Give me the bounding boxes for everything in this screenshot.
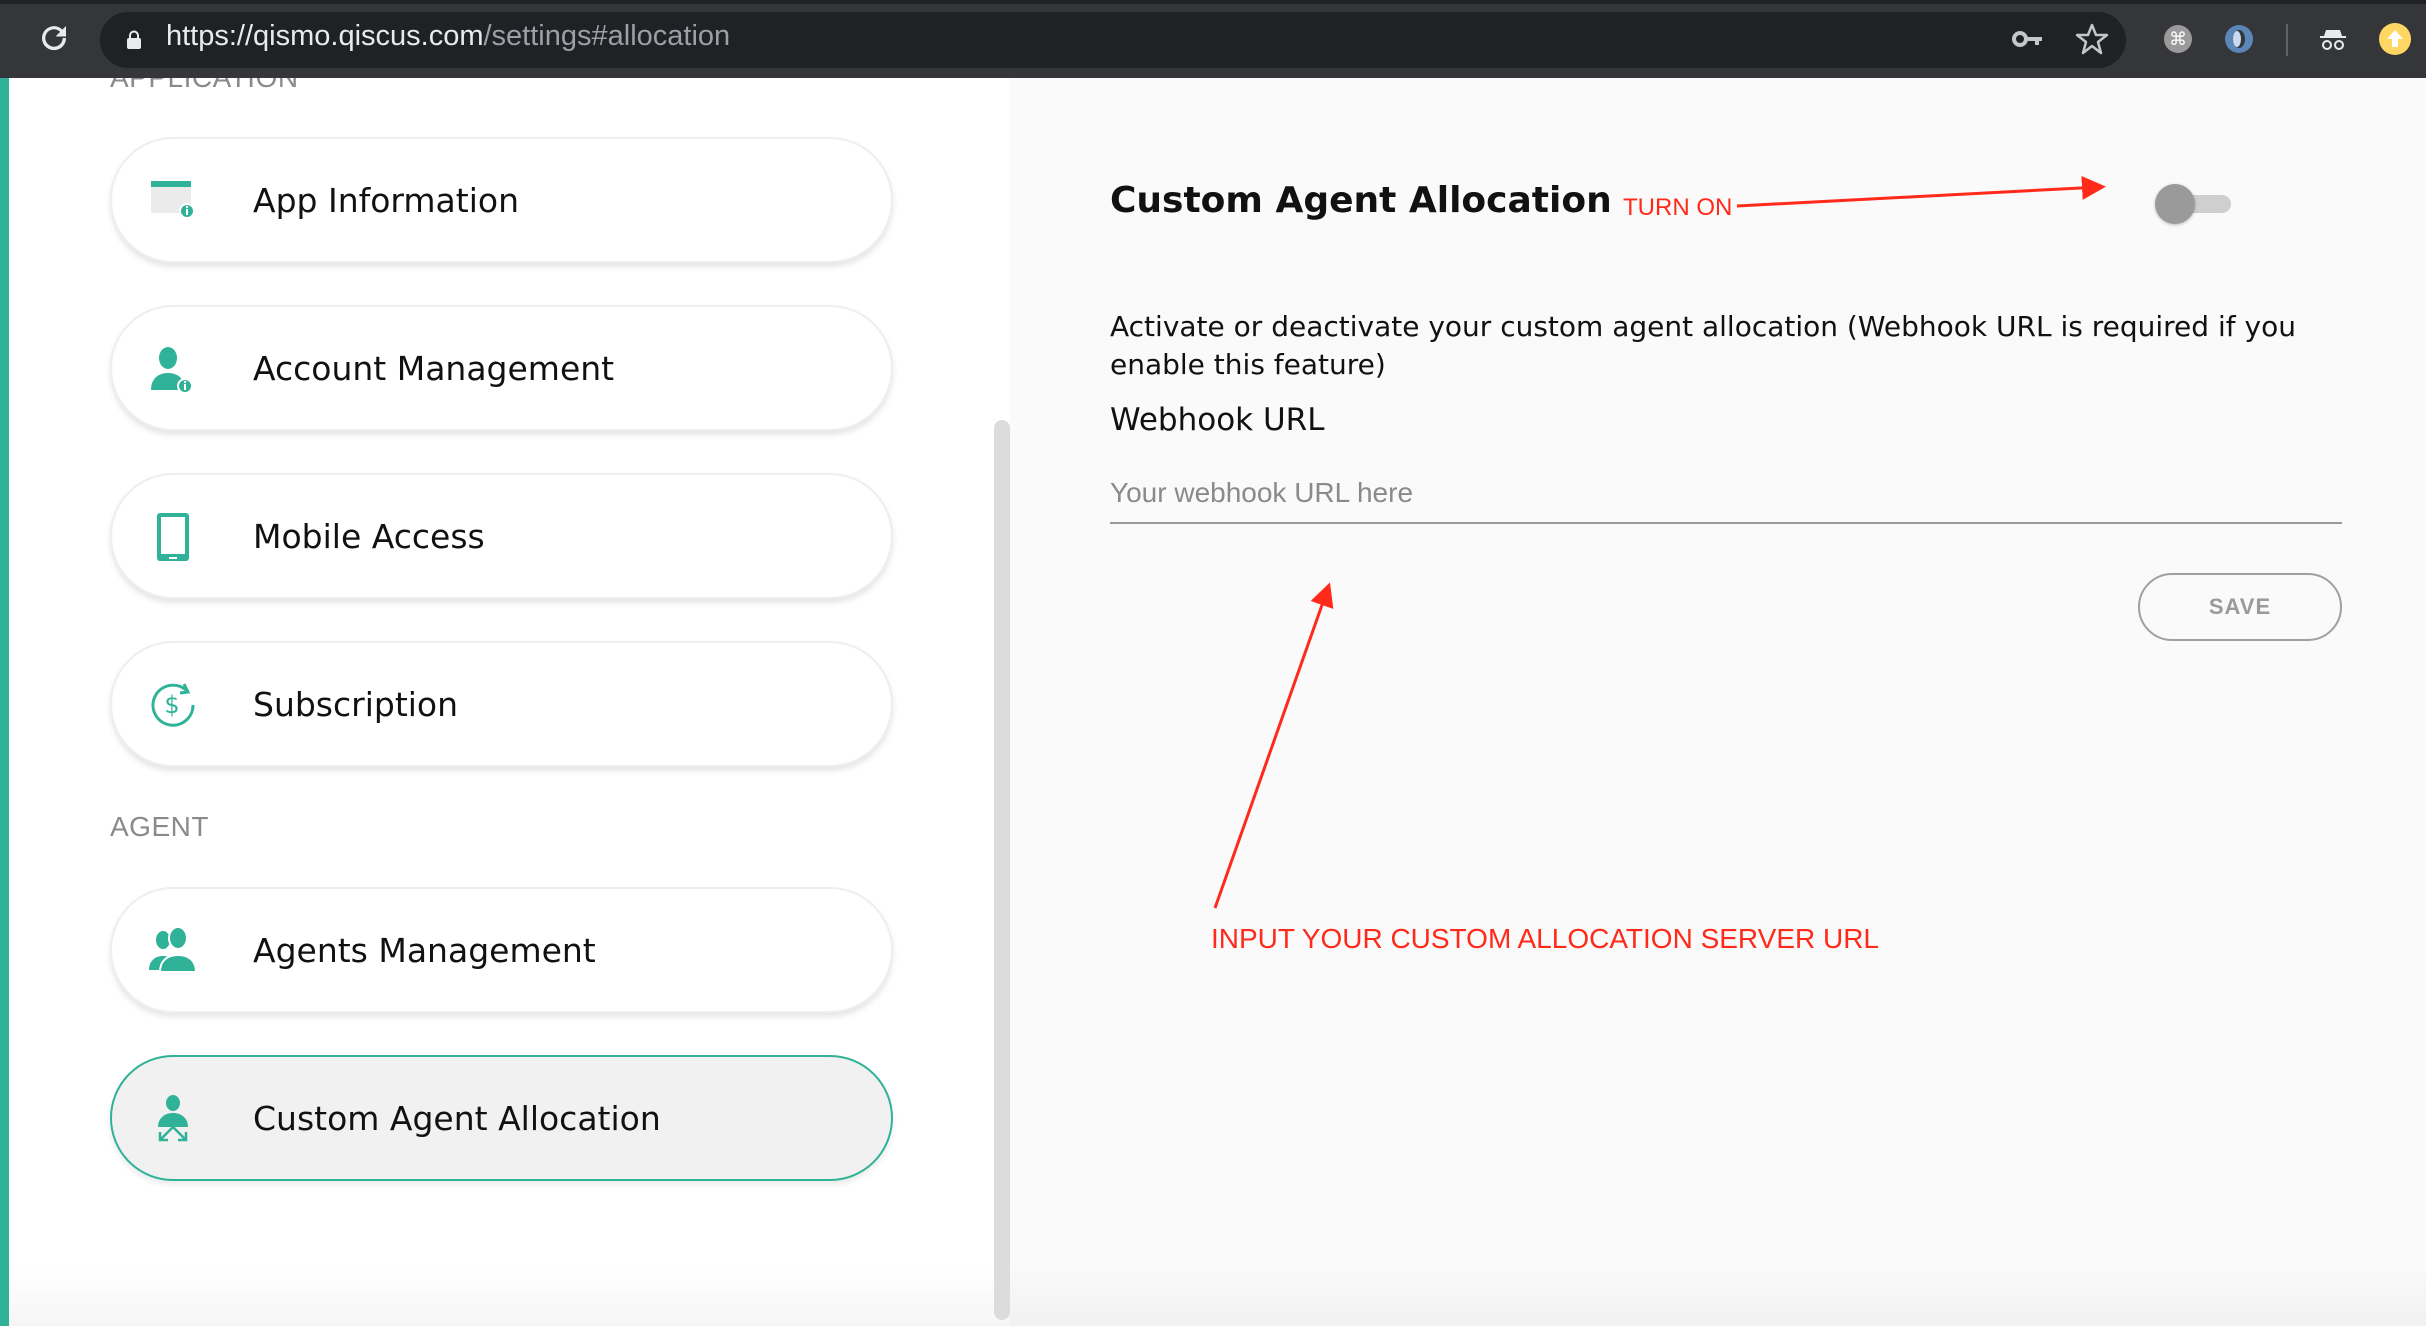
allocation-toggle[interactable] — [2155, 182, 2231, 226]
mobile-icon — [157, 513, 189, 561]
page: APPLICATION App Information Account Mana… — [0, 78, 2426, 1326]
webhook-url-label: Webhook URL — [1110, 402, 1325, 438]
section-label-application: APPLICATION — [110, 78, 299, 94]
save-button[interactable]: SAVE — [2138, 573, 2342, 641]
agents-icon — [149, 926, 198, 973]
annotation-arrow-to-input — [1213, 582, 1334, 909]
sidebar-item-mobile-access[interactable]: Mobile Access — [110, 473, 893, 599]
annotation-arrow-to-toggle — [1736, 175, 2106, 208]
browser-toolbar: https://qismo.qiscus.com/settings#alloca… — [0, 0, 2426, 78]
panel-title: Custom Agent Allocation — [1110, 180, 1612, 221]
app-info-icon — [151, 181, 195, 219]
toolbar-separator — [2286, 24, 2288, 56]
reload-icon[interactable] — [36, 20, 72, 56]
url-path: /settings#allocation — [483, 20, 731, 52]
annotation-input-hint: INPUT YOUR CUSTOM ALLOCATION SERVER URL — [1211, 923, 1880, 954]
sidebar-bottom-fade — [9, 1266, 1010, 1326]
svg-text:⌘: ⌘ — [2169, 29, 2187, 50]
annotation-turn-on: TURN ON — [1623, 194, 1733, 221]
sidebar-item-label: Account Management — [253, 349, 615, 388]
sidebar-item-app-information[interactable]: App Information — [110, 137, 893, 263]
settings-panel: Custom Agent Allocation TURN ON Activate… — [1010, 78, 2426, 1326]
sidebar-item-label: Agents Management — [253, 931, 596, 970]
sidebar-item-label: Custom Agent Allocation — [253, 1099, 661, 1138]
sidebar-item-subscription[interactable]: $ Subscription — [110, 641, 893, 767]
subscription-dollar-icon: $ — [151, 683, 195, 727]
toggle-thumb — [2155, 184, 2195, 224]
panel-description: Activate or deactivate your custom agent… — [1110, 310, 2296, 381]
incognito-icon[interactable] — [2316, 22, 2350, 56]
circle-extension-icon[interactable] — [2222, 22, 2256, 56]
annotation-arrows — [1213, 175, 2106, 909]
sidebar-item-account-management[interactable]: Account Management — [110, 305, 893, 431]
app-sidebar-edge — [0, 78, 9, 1326]
section-label-agent: AGENT — [110, 811, 209, 842]
star-icon[interactable] — [2075, 22, 2109, 56]
sidebar-item-custom-agent-allocation[interactable]: Custom Agent Allocation — [110, 1055, 893, 1181]
url-text[interactable]: https://qismo.qiscus.com/settings#alloca… — [166, 20, 730, 53]
update-icon[interactable] — [2378, 22, 2412, 56]
sidebar-item-label: Subscription — [253, 685, 459, 724]
sidebar-item-agents-management[interactable]: Agents Management — [110, 887, 893, 1013]
sidebar-scrollbar[interactable] — [994, 420, 1010, 1320]
lock-icon[interactable] — [126, 30, 142, 50]
svg-text:$: $ — [164, 691, 179, 719]
agent-allocation-icon — [158, 1095, 188, 1142]
tab-strip-edge — [0, 0, 2426, 4]
panel-bottom-fade — [1010, 1266, 2426, 1326]
command-extension-icon[interactable]: ⌘ — [2161, 22, 2195, 56]
sidebar-item-label: Mobile Access — [253, 517, 485, 556]
webhook-url-input[interactable] — [1110, 464, 2342, 524]
sidebar-item-label: App Information — [253, 181, 519, 220]
url-host: https://qismo.qiscus.com — [166, 20, 484, 52]
account-icon — [151, 347, 193, 394]
key-icon[interactable] — [2011, 22, 2045, 56]
